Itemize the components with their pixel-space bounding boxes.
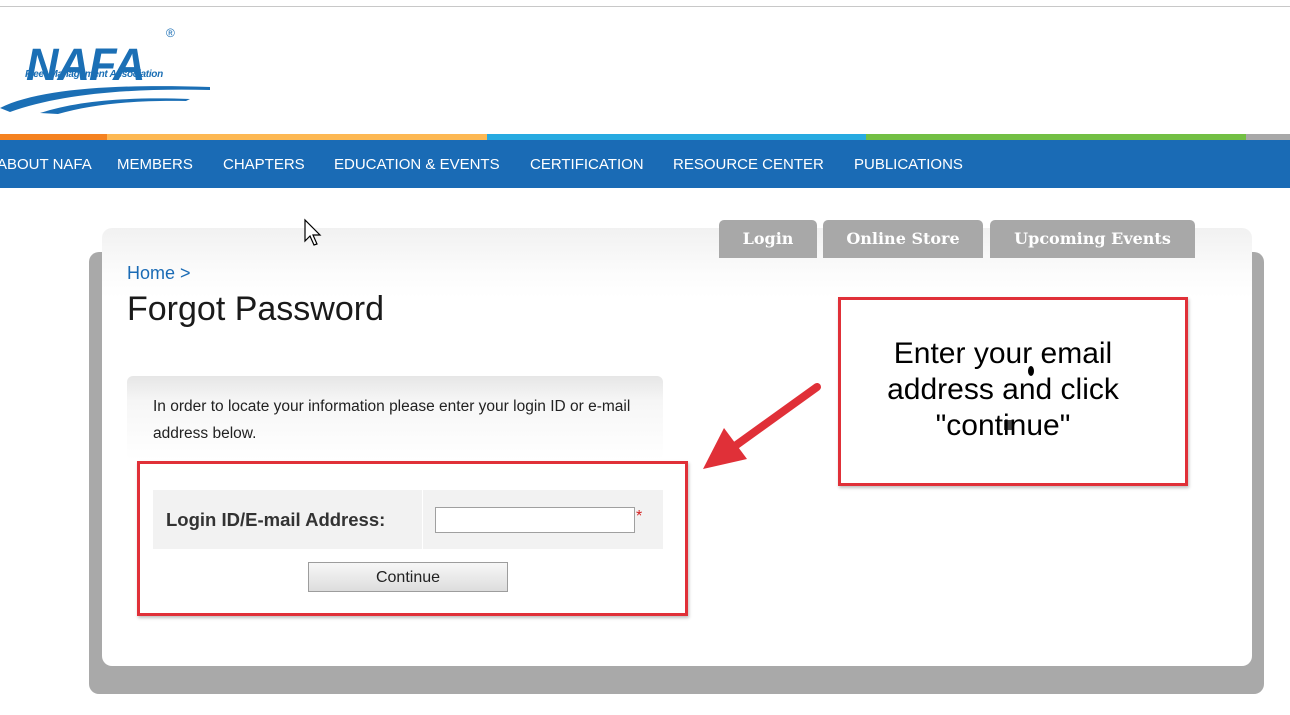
ink-mark-dot [1028, 366, 1034, 376]
annotation-overlay [304, 218, 1034, 469]
ink-mark-cursor [1004, 420, 1012, 430]
mouse-cursor-icon [304, 218, 322, 246]
annotation-arrow-icon [703, 383, 821, 469]
